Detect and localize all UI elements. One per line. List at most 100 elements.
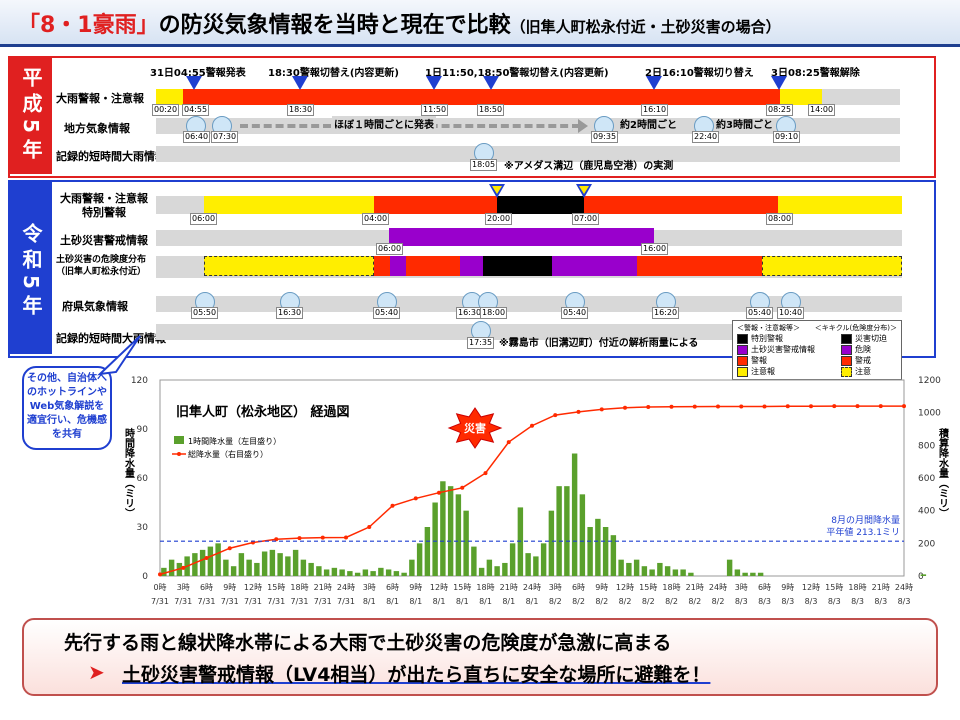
r5-time-0400: 04:00	[362, 213, 390, 225]
rain-bar	[633, 559, 640, 576]
y-right-tick-label: 200	[918, 539, 935, 549]
x-tick-date: 8/2	[572, 597, 585, 606]
h5-time-0640: 06:40	[183, 131, 211, 143]
rain-bar	[401, 572, 407, 576]
y-right-tick-label: 600	[918, 474, 935, 484]
rain-bar	[595, 518, 601, 576]
rain-bar	[680, 569, 686, 576]
rain-bar	[494, 566, 500, 576]
legend-bar-label: 1時間降水量（左目盛り）	[188, 436, 281, 446]
h5-note-2h: 約2時間ごと	[620, 120, 677, 131]
conclusion-line1: 先行する雨と線状降水帯による大雨で土砂災害の危険度が急激に高まる	[64, 632, 672, 654]
rain-bar	[533, 556, 539, 576]
r5-sediment-bar	[389, 228, 654, 246]
cumulative-point	[692, 404, 697, 409]
x-tick-time: 18時	[662, 583, 680, 592]
x-tick-time: 18時	[848, 583, 866, 592]
rain-bar	[246, 559, 252, 576]
r5-kikikuru-danger-2	[460, 256, 483, 276]
rain-bar	[920, 574, 927, 576]
cumulative-point	[320, 535, 325, 540]
x-tick-time: 3時	[549, 583, 562, 592]
x-tick-time: 15時	[825, 583, 843, 592]
h5-note-hourly: ほぼ１時間ごとに発表	[332, 116, 436, 131]
conclusion-box: 先行する雨と線状降水帯による大雨で土砂災害の危険度が急激に高まる ➤ 土砂災害警…	[22, 618, 938, 696]
rain-bar	[292, 549, 299, 576]
legend-item: 警戒	[841, 355, 887, 366]
rain-bar	[300, 559, 307, 576]
cumulative-point	[785, 404, 790, 409]
r5-pref-time-6: 05:40	[561, 307, 589, 319]
cumulative-point	[878, 404, 883, 409]
h5-note-3h: 約3時間ごと	[716, 120, 773, 131]
rain-bar	[626, 562, 632, 576]
h5-row-label-regional: 地方気象情報	[64, 122, 130, 135]
y-left-tick-label: 0	[142, 572, 148, 582]
x-tick-time: 3時	[363, 583, 376, 592]
r5-row-label-prefectural: 府県気象情報	[62, 300, 128, 313]
cumulative-point	[716, 404, 720, 409]
rain-bar	[750, 572, 756, 576]
cumulative-point	[413, 496, 418, 501]
rain-bar	[192, 553, 198, 576]
h5-warning-bar	[183, 89, 780, 105]
rain-bar	[409, 559, 415, 576]
x-tick-time: 3時	[177, 583, 190, 592]
legend-head-kikikuru: ＜キキクル(危険度分布)＞	[814, 324, 897, 332]
x-tick-date: 7/31	[198, 597, 216, 606]
x-tick-time: 6時	[758, 583, 771, 592]
r5-row-label-kikikuru: 土砂災害の危険度分布 （旧隼人町松永付近）	[56, 255, 147, 277]
x-tick-date: 8/2	[688, 597, 701, 606]
r5-kikikuru-caution-2	[762, 256, 902, 276]
x-tick-date: 7/31	[337, 597, 355, 606]
normal-monthly-label-2: 平年値 213.1ミリ	[826, 526, 900, 538]
legend-item: 特別警報	[737, 333, 815, 344]
rain-bar	[331, 567, 338, 576]
r5-note-kirishima: ※霧島市（旧溝辺町）付近の解析雨量による	[499, 338, 699, 349]
title-part2: の防災気象情報を当時と現在で比較	[158, 13, 511, 38]
rain-bar	[339, 569, 345, 576]
rain-bar	[261, 551, 268, 576]
x-tick-time: 12時	[616, 583, 634, 592]
h5-event-2: 18:30警報切替え(内容更新)	[268, 68, 399, 79]
r5-time-1735: 17:35	[467, 337, 495, 349]
h5-hourly-arrowhead	[578, 119, 588, 133]
rain-bar	[471, 546, 477, 576]
cumulative-point	[669, 404, 674, 409]
rain-bar	[455, 494, 462, 576]
x-tick-date: 8/3	[781, 597, 794, 606]
r5-pref-time-3: 05:40	[373, 307, 401, 319]
r5-special-warning-bar	[497, 196, 584, 214]
h5-time-1805: 18:05	[470, 159, 498, 171]
conclusion-line2: 土砂災害警戒情報（LV4相当）が出たら直ちに安全な場所に避難を！	[122, 664, 711, 686]
r5-row-label-sediment: 土砂災害警戒情報	[60, 234, 148, 247]
x-tick-time: 9時	[409, 583, 422, 592]
rain-bar	[223, 559, 229, 576]
title-part1: 「8・1豪雨」	[18, 13, 159, 38]
rain-bar	[726, 559, 733, 576]
x-tick-date: 8/2	[712, 597, 725, 606]
cumulative-point	[646, 404, 651, 409]
h5-time-1830: 18:30	[287, 104, 315, 116]
y-left-axis-label: 時間降水量（ミリ）	[123, 427, 136, 518]
rain-bar	[370, 571, 376, 576]
cumulative-point	[855, 404, 860, 409]
r5-sediment-end: 16:00	[641, 243, 669, 255]
rain-bar	[308, 562, 314, 576]
legend-line-marker	[177, 452, 181, 456]
h5-time-0020: 00:20	[152, 104, 180, 116]
x-tick-date: 7/31	[174, 597, 192, 606]
r5-pref-time-1: 05:50	[191, 307, 219, 319]
legend-item: 警報	[737, 355, 815, 366]
h5-time-0935: 09:35	[591, 131, 619, 143]
rain-bar	[657, 562, 663, 576]
x-tick-time: 21時	[500, 583, 518, 592]
x-tick-time: 18時	[290, 583, 308, 592]
x-tick-date: 8/2	[595, 597, 608, 606]
legend-item: 土砂災害警戒情報	[737, 344, 815, 355]
y-right-tick-label: 800	[918, 441, 935, 451]
x-tick-time: 18時	[476, 583, 494, 592]
r5-kikikuru-alert-1	[374, 256, 390, 276]
r5-pref-time-4: 16:30	[456, 307, 484, 319]
x-tick-date: 8/2	[549, 597, 562, 606]
